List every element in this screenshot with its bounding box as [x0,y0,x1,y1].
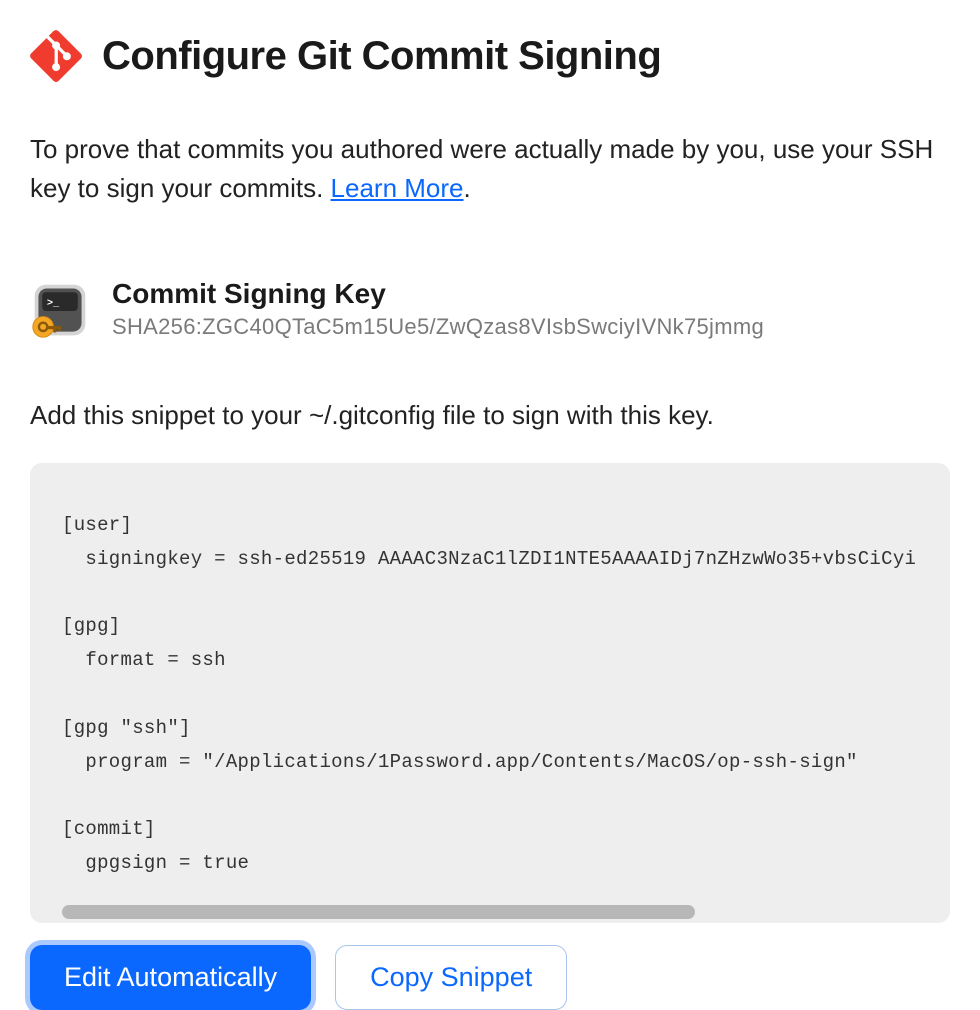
terminal-key-icon: >_ [30,280,90,340]
signing-key-section: >_ Commit Signing Key SHA256:ZGC40QTaC5m… [30,278,950,340]
edit-automatically-button[interactable]: Edit Automatically [30,945,311,1010]
signing-key-title: Commit Signing Key [112,278,764,310]
description-text: To prove that commits you authored were … [30,130,950,208]
page-title: Configure Git Commit Signing [102,34,661,79]
snippet-instructions: Add this snippet to your ~/.gitconfig fi… [30,400,950,431]
action-buttons: Edit Automatically Copy Snippet [30,945,950,1010]
gitconfig-code: [user] signingkey = ssh-ed25519 AAAAC3Nz… [62,509,918,881]
scrollbar-thumb[interactable] [62,905,695,919]
page-header: Configure Git Commit Signing [30,30,950,82]
gitconfig-snippet-block: [user] signingkey = ssh-ed25519 AAAAC3Nz… [30,463,950,923]
git-icon [30,30,82,82]
copy-snippet-button[interactable]: Copy Snippet [335,945,567,1010]
horizontal-scrollbar[interactable] [62,905,918,919]
learn-more-link[interactable]: Learn More [331,173,464,203]
signing-key-fingerprint: SHA256:ZGC40QTaC5m15Ue5/ZwQzas8VIsbSwciy… [112,314,764,340]
signing-key-info: Commit Signing Key SHA256:ZGC40QTaC5m15U… [112,278,764,340]
svg-text:>_: >_ [47,297,60,309]
description-after-link: . [464,173,471,203]
code-scroll-area[interactable]: [user] signingkey = ssh-ed25519 AAAAC3Nz… [62,509,918,881]
description-before-link: To prove that commits you authored were … [30,134,933,203]
